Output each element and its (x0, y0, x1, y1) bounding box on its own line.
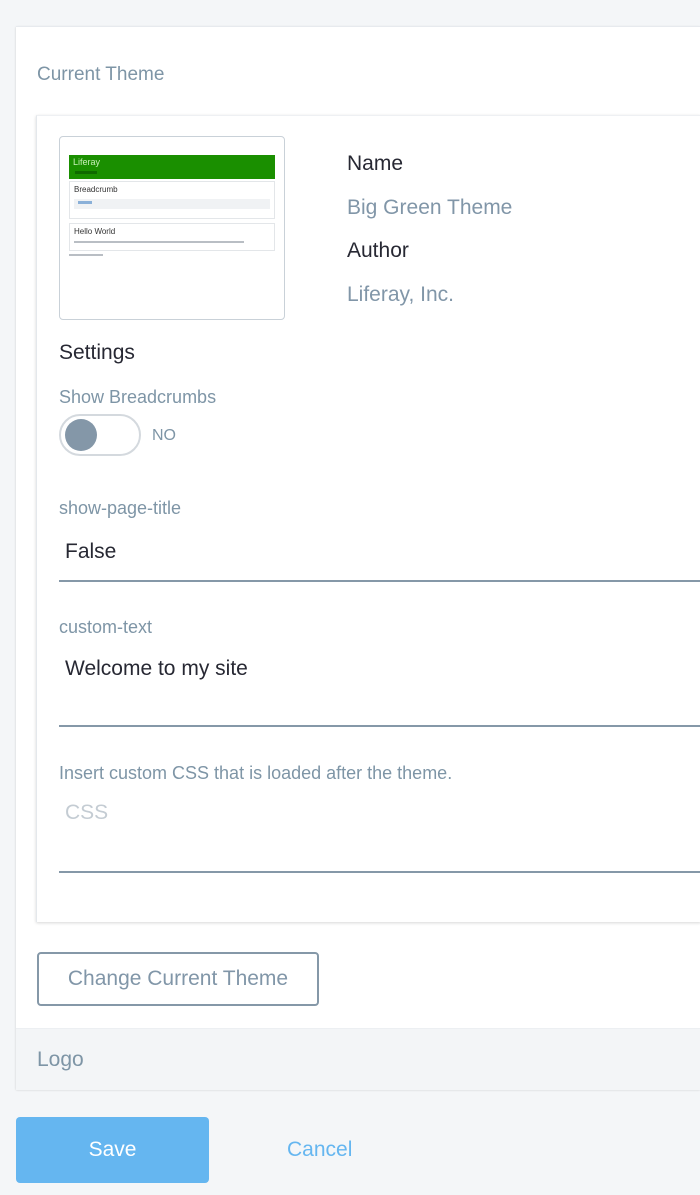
thumbnail-logo-text: Liferay (73, 157, 101, 167)
custom-text-label: custom-text (59, 617, 153, 637)
theme-card: Liferay Breadcrumb Hello World Name Big … (36, 115, 700, 922)
show-page-title-label: show-page-title (59, 498, 182, 518)
custom-css-placeholder: CSS (65, 801, 109, 824)
change-current-theme-button[interactable]: Change Current Theme (37, 952, 319, 1006)
thumbnail-breadcrumb-bar (74, 199, 270, 209)
thumbnail-breadcrumb-box: Breadcrumb (69, 181, 275, 219)
author-label: Author (347, 239, 409, 262)
show-breadcrumbs-toggle[interactable] (59, 414, 141, 456)
thumbnail-breadcrumb-title: Breadcrumb (74, 185, 118, 194)
settings-title: Settings (59, 341, 135, 364)
theme-panel: Current Theme Liferay Breadcrumb Hello W… (16, 26, 700, 1090)
toggle-state-text: NO (152, 427, 176, 444)
author-value: Liferay, Inc. (347, 283, 454, 306)
show-page-title-select[interactable]: False (59, 528, 700, 582)
thumbnail-content-line (74, 241, 244, 243)
save-button[interactable]: Save (16, 1117, 209, 1183)
name-value: Big Green Theme (347, 196, 513, 219)
thumbnail-footer-line (69, 254, 103, 256)
custom-text-value: Welcome to my site (65, 657, 248, 680)
thumbnail-header-bar: Liferay (69, 155, 275, 179)
custom-css-textarea[interactable]: CSS (59, 790, 700, 873)
show-breadcrumbs-label: Show Breadcrumbs (59, 387, 217, 407)
thumbnail-content-title: Hello World (74, 227, 116, 236)
toggle-knob (65, 419, 97, 451)
cancel-button[interactable]: Cancel (287, 1138, 352, 1162)
custom-text-input[interactable]: Welcome to my site (59, 646, 700, 727)
thumbnail-nav-mark (75, 171, 97, 174)
show-page-title-value: False (65, 540, 117, 563)
thumbnail-content-box: Hello World (69, 223, 275, 251)
theme-thumbnail: Liferay Breadcrumb Hello World (59, 136, 285, 320)
current-theme-title: Current Theme (37, 64, 165, 85)
custom-css-label: Insert custom CSS that is loaded after t… (59, 763, 453, 783)
logo-section-header[interactable]: Logo (16, 1028, 700, 1090)
name-label: Name (347, 152, 404, 175)
logo-section-title: Logo (37, 1048, 84, 1071)
